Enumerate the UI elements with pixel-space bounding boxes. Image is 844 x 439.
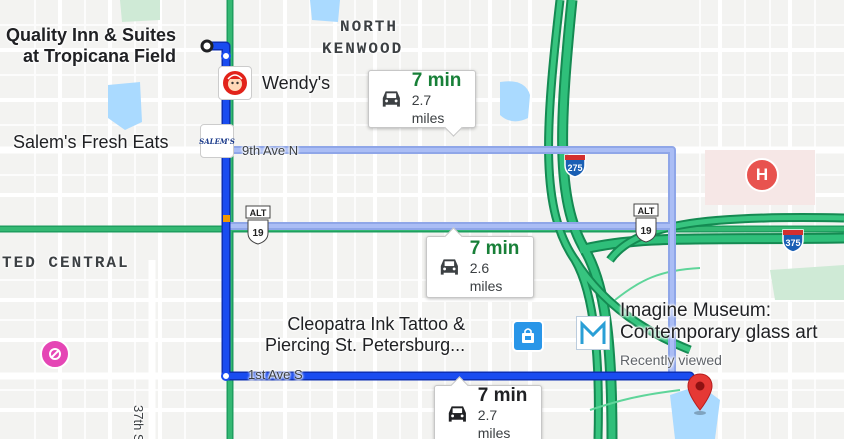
museum-line2: Contemporary glass art [620,322,818,343]
street-1st-ave: 1st Ave S [248,367,303,382]
shield-i375-text: 375 [785,238,800,248]
shield-i275-text: 275 [567,163,582,173]
wendys-label[interactable]: Wendy's [262,73,330,94]
car-icon [382,91,400,107]
museum-label[interactable]: Imagine Museum: Contemporary glass art [620,300,817,344]
shield-us19-alt-east: ALT 19 [633,203,659,248]
cleopatra-line1: Cleopatra Ink Tattoo & [287,314,466,334]
shield-us19-alt-west: ALT 19 [245,205,271,250]
street-37th-st: 37th St S [131,405,146,439]
attraction-icon[interactable] [40,339,70,369]
route-2-distance: 2.6 miles [469,260,503,294]
shield-i375: 375 [780,227,806,258]
shopping-bag-icon[interactable] [512,320,544,352]
route-3-distance: 2.7 miles [477,407,511,439]
salems-logo-icon[interactable]: SALEM'S [199,124,235,158]
car-icon [448,406,466,422]
museum-icon[interactable] [576,316,610,350]
hotel-name-line2: at Tropicana Field [22,46,177,66]
shield-us19-east-text: 19 [640,226,652,237]
shield-us19-west-text: 19 [252,228,264,239]
hotel-label[interactable]: Quality Inn & Suites at Tropicana Field [6,25,176,67]
cleopatra-line2: Piercing St. Petersburg... [265,335,466,355]
shield-alt-east-text: ALT [638,206,655,216]
salems-logo-text: SALEM'S [199,136,235,146]
route-callout-2[interactable]: 7 min 2.6 miles [426,227,534,298]
museum-line1: Imagine Museum: [620,300,772,321]
salems-label[interactable]: Salem's Fresh Eats [13,132,169,153]
hospital-letter: H [755,165,769,184]
museum-recently-viewed: Recently viewed [620,352,722,368]
route-callout-3[interactable]: 7 min 2.7 miles [434,376,542,439]
shield-i275: 275 [562,152,588,183]
district-north-kenwood-line2: KENWOOD [322,40,404,58]
shield-alt-west-text: ALT [250,208,267,218]
route-2-time: 7 min [469,238,520,259]
district-central: TED CENTRAL [2,254,130,272]
wendys-logo-icon[interactable] [218,66,252,100]
map-canvas[interactable]: Quality Inn & Suites at Tropicana Field … [0,0,844,439]
car-icon [440,259,458,275]
route-callout-1[interactable]: 7 min 2.7 miles [368,70,476,137]
route-1-time: 7 min [411,70,462,91]
hospital-icon[interactable]: H [745,158,779,192]
street-9th-ave: 9th Ave N [242,143,299,158]
hotel-name-line1: Quality Inn & Suites [6,25,177,45]
district-north-kenwood-line1: NORTH [340,18,399,36]
route-3-time: 7 min [477,385,528,406]
cleopatra-label[interactable]: Cleopatra Ink Tattoo & Piercing St. Pete… [265,314,465,356]
destination-pin-icon[interactable] [685,372,715,416]
origin-marker-icon[interactable] [200,39,214,53]
